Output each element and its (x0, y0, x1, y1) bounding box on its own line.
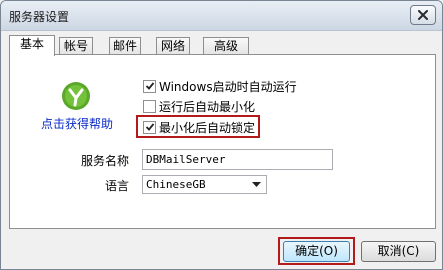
help-link[interactable]: 点击获得帮助 (41, 115, 113, 132)
close-icon (418, 10, 428, 20)
option-autostart[interactable]: Windows启动时自动运行 (143, 78, 297, 94)
auto-lock-label: 最小化后自动锁定 (159, 120, 256, 135)
tab-basic[interactable]: 基本 (9, 35, 55, 56)
language-selected-value: ChineseGB (146, 178, 206, 191)
auto-minimize-checkbox[interactable] (143, 99, 156, 113)
tab-network[interactable]: 网络 (156, 37, 190, 55)
close-button[interactable] (410, 5, 436, 25)
settings-dialog: 服务器设置 基本 帐号 邮件 网络 高级 点击获得帮助 Windows启动时自动… (0, 0, 443, 270)
checkmark-icon (145, 123, 154, 131)
app-logo-icon (62, 82, 90, 110)
auto-minimize-label: 运行后自动最小化 (159, 99, 256, 114)
tab-mail[interactable]: 邮件 (109, 37, 141, 55)
service-name-label: 服务名称 (81, 154, 130, 168)
service-name-input[interactable]: DBMailServer (142, 149, 333, 170)
option-auto-minimize[interactable]: 运行后自动最小化 (143, 98, 255, 114)
tab-advanced[interactable]: 高级 (203, 37, 249, 55)
autostart-checkbox[interactable] (143, 79, 156, 93)
language-label: 语言 (105, 179, 130, 193)
chevron-down-icon[interactable] (249, 177, 264, 192)
checkmark-icon (145, 82, 154, 90)
autostart-label: Windows启动时自动运行 (159, 79, 297, 94)
option-auto-lock[interactable]: 最小化后自动锁定 (143, 119, 255, 135)
cancel-button[interactable]: 取消(C) (361, 241, 436, 262)
language-select[interactable]: ChineseGB (142, 175, 267, 194)
window-title: 服务器设置 (9, 10, 70, 24)
ok-button[interactable]: 确定(O) (283, 241, 350, 262)
title-bar[interactable]: 服务器设置 (1, 1, 442, 31)
auto-lock-checkbox[interactable] (143, 120, 156, 134)
tab-account[interactable]: 帐号 (59, 37, 93, 55)
